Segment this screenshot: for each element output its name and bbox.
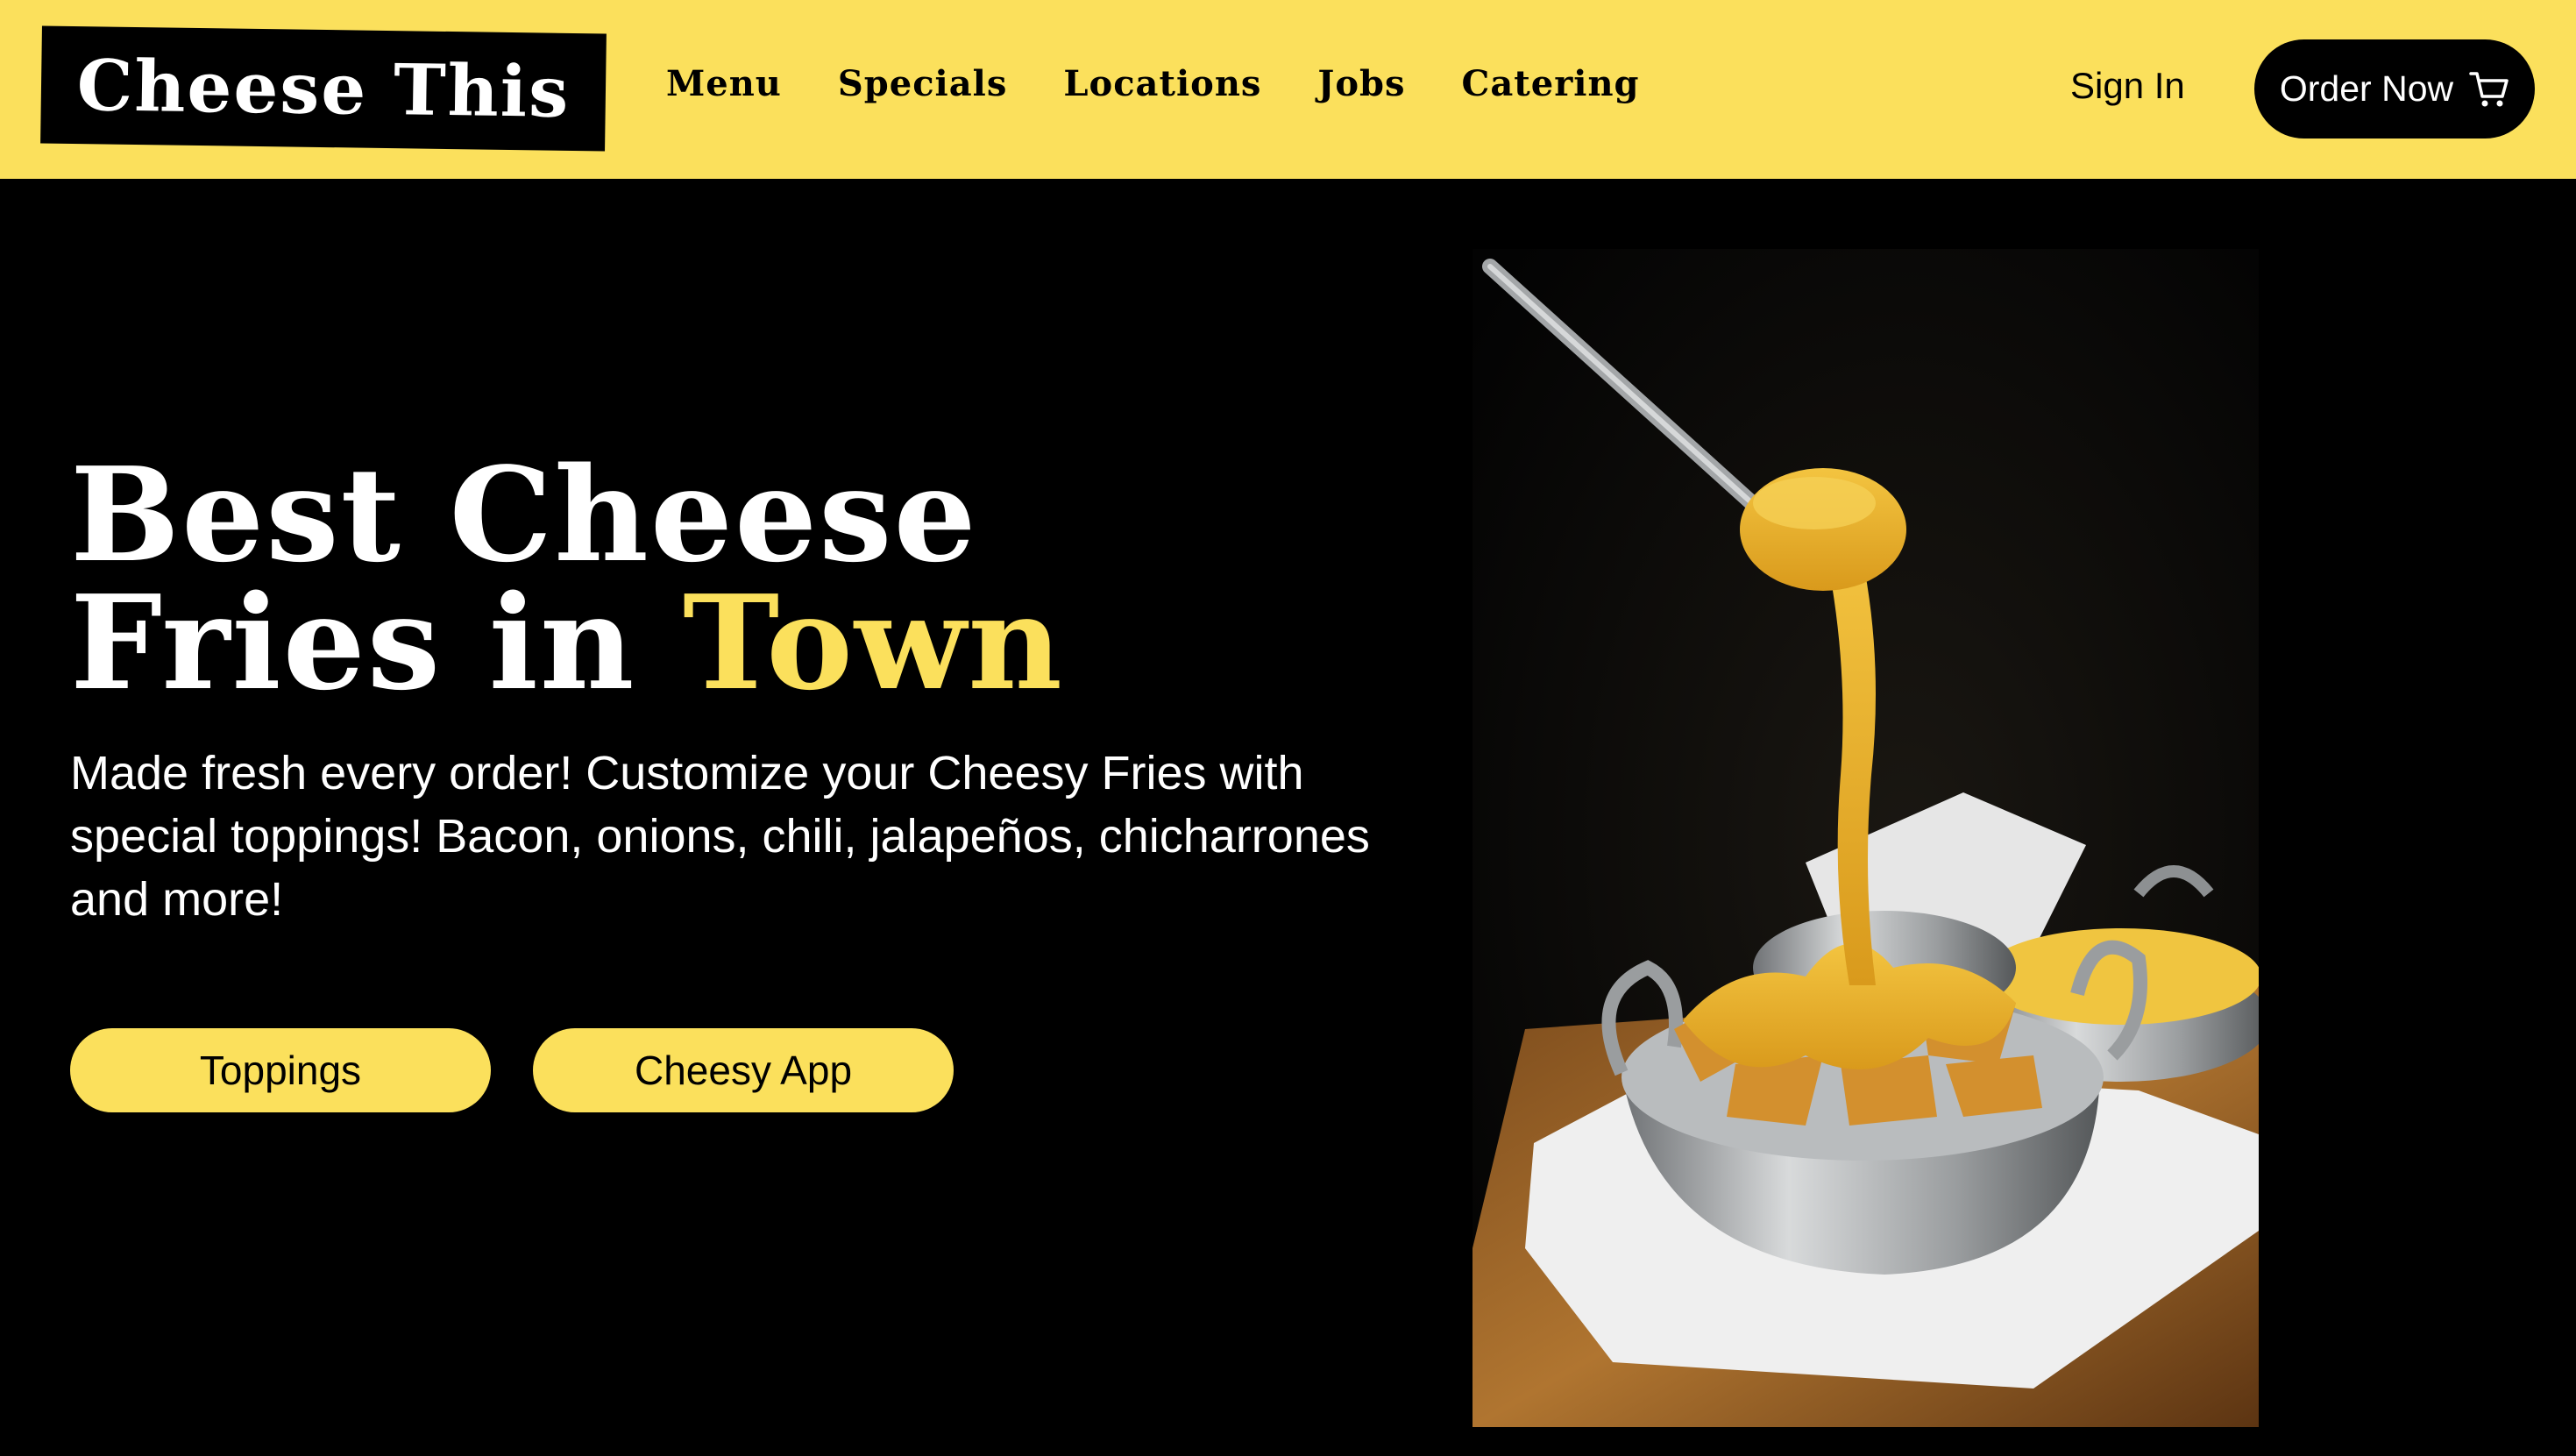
cart-icon — [2469, 70, 2509, 109]
nav-link-jobs[interactable]: Jobs — [1317, 63, 1405, 104]
brand-name: Cheese This — [76, 44, 571, 133]
headline-accent: Town — [683, 566, 1064, 719]
order-now-button[interactable]: Order Now — [2254, 39, 2535, 138]
hero-image — [1473, 249, 2259, 1427]
hero-headline: Best Cheese Fries in Town — [70, 450, 1064, 707]
toppings-button[interactable]: Toppings — [70, 1028, 491, 1112]
hero-description: Made fresh every order! Customize your C… — [70, 747, 1370, 926]
nav-link-menu[interactable]: Menu — [666, 63, 782, 104]
nav-link-specials[interactable]: Specials — [838, 63, 1008, 104]
main-nav: Menu Specials Locations Jobs Catering — [666, 63, 1696, 104]
headline-line-2: Fries in — [70, 566, 684, 719]
nav-link-catering[interactable]: Catering — [1462, 63, 1640, 104]
order-now-label: Order Now — [2279, 68, 2454, 109]
sign-in-link[interactable]: Sign In — [2070, 65, 2185, 107]
nav-link-locations[interactable]: Locations — [1063, 63, 1261, 104]
cheesy-app-button[interactable]: Cheesy App — [533, 1028, 954, 1112]
site-header: Cheese This Menu Specials Locations Jobs… — [0, 0, 2576, 179]
brand-logo[interactable]: Cheese This — [40, 25, 607, 152]
